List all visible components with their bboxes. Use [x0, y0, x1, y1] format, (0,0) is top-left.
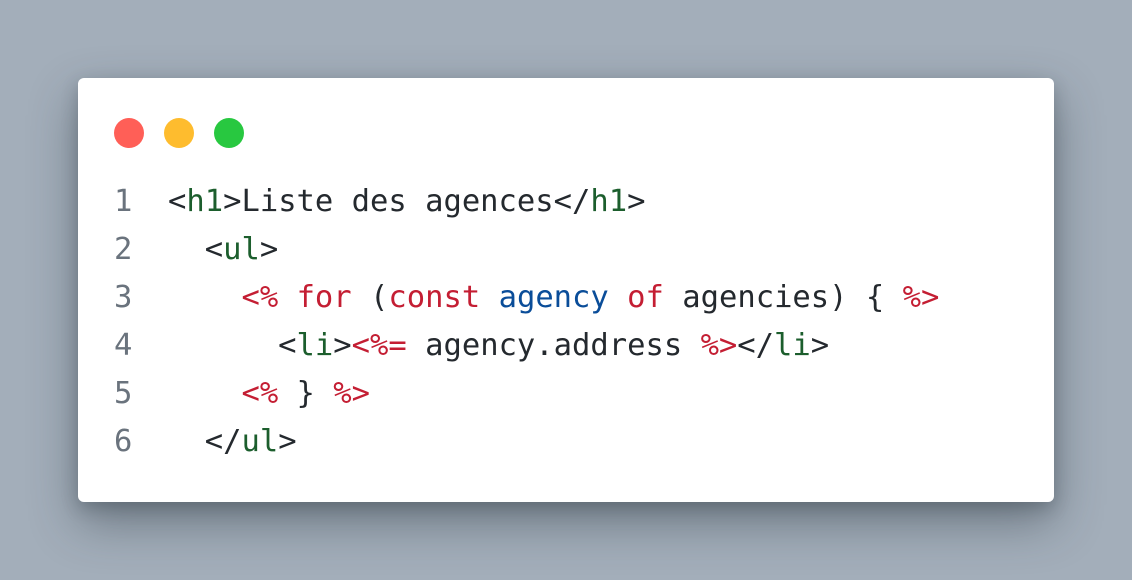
code-token: <%=	[351, 328, 407, 363]
code-block: 1 <h1>Liste des agences</h1> 2 <ul> 3 <% fo…	[114, 178, 939, 466]
code-line: 1 <h1>Liste des agences</h1>	[114, 178, 939, 226]
code-token: <	[168, 328, 297, 363]
code-line: 4 <li><%= agency.address %></li>	[114, 322, 939, 370]
line-number: 3	[114, 280, 133, 315]
code-token: of	[627, 280, 664, 315]
line-number: 2	[114, 232, 133, 267]
code-token: <	[168, 232, 224, 267]
code-token: </	[737, 328, 775, 363]
code-token: <	[168, 184, 187, 219]
line-number: 4	[114, 328, 133, 363]
code-line: 2 <ul>	[114, 226, 939, 274]
code-token: (	[351, 280, 389, 315]
line-number: 5	[114, 376, 133, 411]
code-token: h1	[186, 184, 224, 219]
line-number: 6	[114, 424, 133, 459]
maximize-dot-icon[interactable]	[214, 118, 244, 148]
code-token: ul	[241, 424, 279, 459]
code-token: %>	[333, 376, 371, 411]
code-token: </	[168, 424, 242, 459]
code-token: >	[259, 232, 279, 267]
code-token: >	[810, 328, 830, 363]
code-token: <%	[241, 280, 279, 315]
code-token: >	[333, 328, 352, 363]
code-line: 5 <% } %>	[114, 370, 939, 418]
code-window: 1 <h1>Liste des agences</h1> 2 <ul> 3 <% fo…	[78, 78, 1054, 502]
code-token: agency.address	[406, 328, 701, 363]
code-line: 3 <% for (const agency of agencies) { %>	[114, 274, 939, 322]
code-token: li	[296, 328, 334, 363]
code-token: <%	[241, 376, 279, 411]
minimize-dot-icon[interactable]	[164, 118, 194, 148]
code-token: li	[774, 328, 811, 363]
code-token: >	[627, 184, 646, 219]
line-number: 1	[114, 184, 133, 219]
code-token: %>	[700, 328, 738, 363]
code-token: >	[278, 424, 297, 459]
code-token: }	[278, 376, 334, 411]
code-token: agencies) {	[663, 280, 903, 315]
code-token: >Liste des agences</	[223, 184, 591, 219]
code-token: ul	[223, 232, 260, 267]
code-token: agency	[498, 280, 609, 315]
code-line: 6 </ul>	[114, 418, 939, 466]
code-token: h1	[590, 184, 628, 219]
code-token: const	[388, 280, 481, 315]
code-token: for	[296, 280, 352, 315]
close-dot-icon[interactable]	[114, 118, 144, 148]
code-token: %>	[902, 280, 940, 315]
